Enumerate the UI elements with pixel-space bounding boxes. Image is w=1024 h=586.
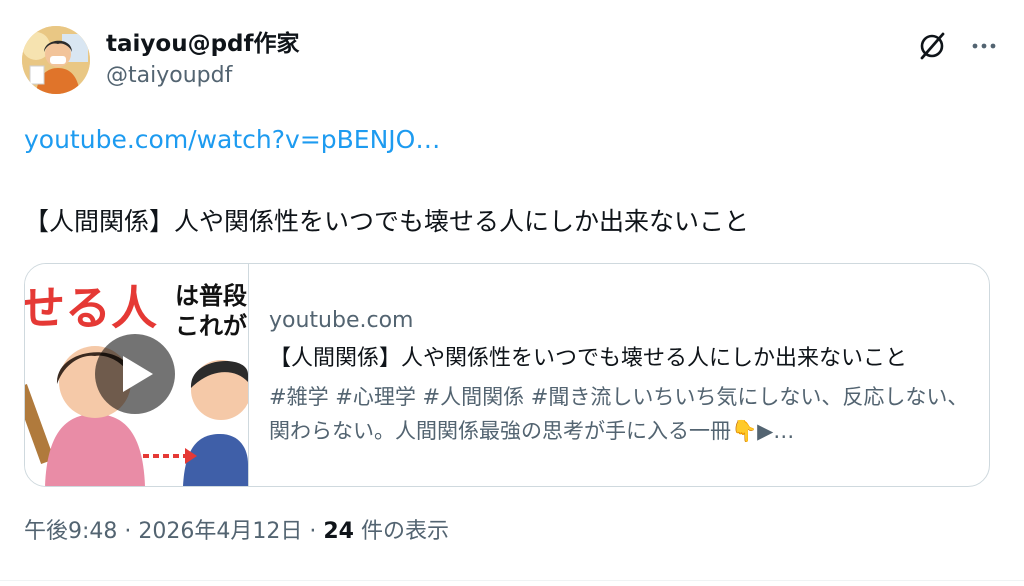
post-body: 【人間関係】人や関係性をいつでも壊せる人にしか出来ないこと <box>24 207 750 236</box>
thumb-red-text: せる人 <box>25 281 157 335</box>
post-meta: 午後9:48 · 2026年4月12日 · 24 件の表示 <box>24 516 449 548</box>
slash-circle-icon[interactable] <box>916 30 948 62</box>
card-title: 【人間関係】人や関係性をいつでも壊せる人にしか出来ないこと <box>269 346 908 371</box>
header-actions <box>916 30 1000 62</box>
meta-separator: · <box>117 519 139 544</box>
avatar-illustration <box>22 26 90 94</box>
divider <box>0 580 1024 581</box>
more-dots-icon[interactable] <box>968 30 1000 62</box>
meta-separator: · <box>302 519 324 544</box>
video-thumbnail[interactable]: せる人 は普段 これが <box>25 264 249 486</box>
card-domain: youtube.com <box>269 308 414 333</box>
post-date[interactable]: 2026年4月12日 <box>138 519 302 544</box>
post-header: taiyou@pdf作家 @taiyoupdf <box>22 24 1000 96</box>
play-icon <box>95 334 175 414</box>
thumbnail-illustration: せる人 は普段 これが <box>25 264 248 486</box>
post-time[interactable]: 午後9:48 <box>24 519 117 544</box>
link-preview-card[interactable]: せる人 は普段 これが youtube.com 【人間関係】人や関係性をいつでも… <box>24 263 990 487</box>
handle[interactable]: @taiyoupdf <box>106 60 300 92</box>
post-link[interactable]: youtube.com/watch?v=pBENJO… <box>24 122 440 158</box>
thumb-black-text-2: これが <box>175 312 247 340</box>
thumb-black-text-1: は普段 <box>175 282 247 310</box>
card-text: youtube.com 【人間関係】人や関係性をいつでも壊せる人にしか出来ないこ… <box>269 300 969 448</box>
view-label: 件の表示 <box>353 519 449 544</box>
card-description: #雑学 #心理学 #人間関係 #聞き流しいちいち気にしない、反応しない、関わらな… <box>269 385 969 443</box>
avatar[interactable] <box>22 26 90 94</box>
author-info: taiyou@pdf作家 @taiyoupdf <box>106 28 300 92</box>
view-count: 24 <box>323 519 354 544</box>
display-name[interactable]: taiyou@pdf作家 <box>106 28 300 60</box>
